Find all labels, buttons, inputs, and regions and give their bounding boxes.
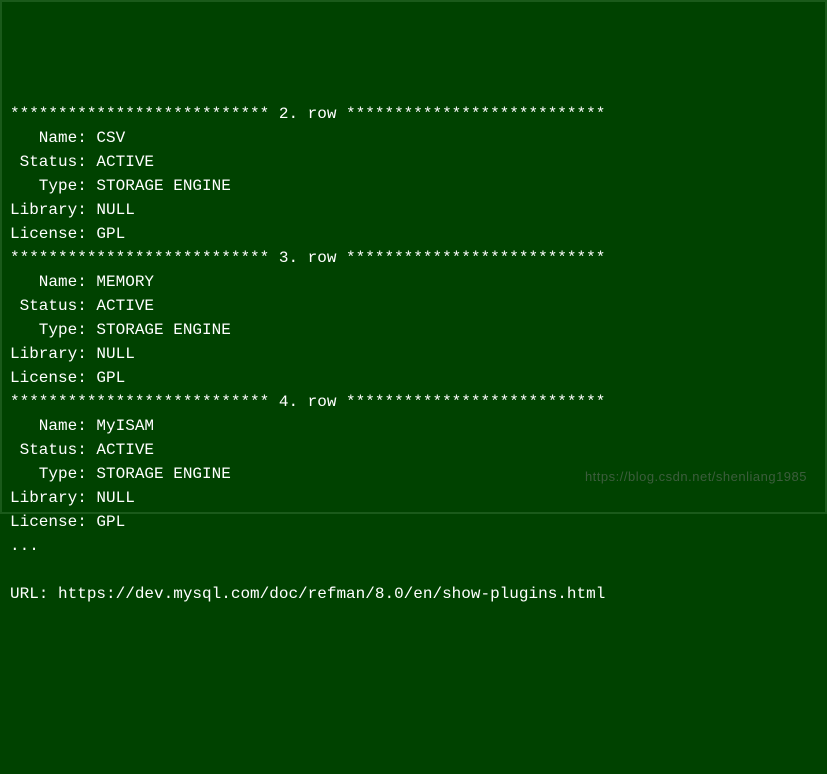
watermark-text: https://blog.csdn.net/shenliang1985 [585, 467, 807, 487]
terminal-output: *************************** 2. row *****… [10, 102, 817, 606]
